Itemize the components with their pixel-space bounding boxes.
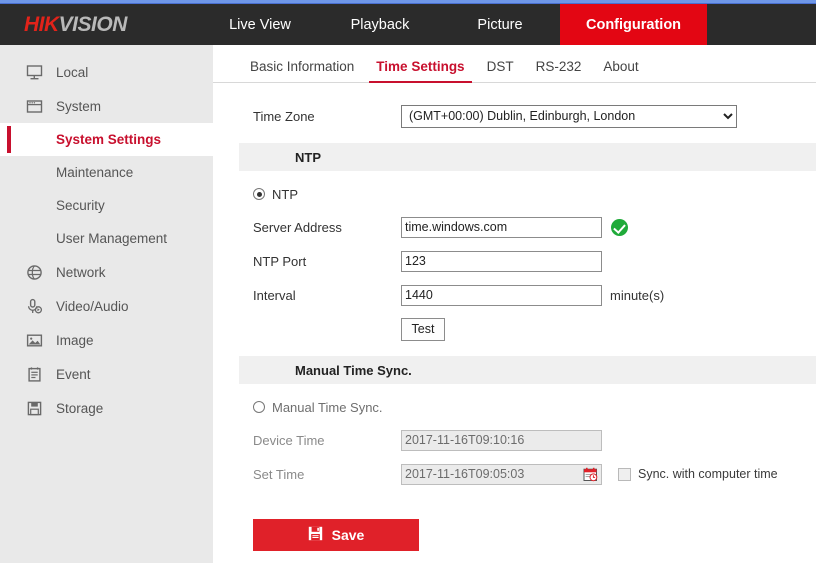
nav-item-configuration[interactable]: Configuration bbox=[560, 4, 708, 45]
app-header: HIKVISION Live View Playback Picture Con… bbox=[0, 4, 816, 45]
sidebar-item-user-management[interactable]: User Management bbox=[0, 222, 213, 255]
time-zone-row: Time Zone (GMT+00:00) Dublin, Edinburgh,… bbox=[213, 101, 816, 131]
set-time-row: Set Time Sync. with computer time bbox=[213, 459, 816, 489]
ntp-port-input[interactable] bbox=[401, 250, 602, 272]
manual-time-sync-radio-label: Manual Time Sync. bbox=[272, 399, 383, 415]
ntp-radio[interactable] bbox=[253, 188, 265, 200]
interval-label: Interval bbox=[253, 287, 296, 303]
device-time-row: Device Time bbox=[213, 425, 816, 455]
ntp-radio-label: NTP bbox=[272, 186, 298, 202]
page-body: Local System System Settings Maintenance… bbox=[0, 45, 816, 563]
server-address-input[interactable] bbox=[401, 216, 602, 238]
server-address-label: Server Address bbox=[253, 219, 342, 235]
tab-rs-232[interactable]: RS-232 bbox=[525, 59, 593, 82]
sidebar-item-security[interactable]: Security bbox=[0, 189, 213, 222]
content-area: Basic Information Time Settings DST RS-2… bbox=[213, 45, 816, 563]
nav-item-playback[interactable]: Playback bbox=[320, 4, 440, 45]
valid-check-icon bbox=[611, 218, 628, 236]
ntp-port-label: NTP Port bbox=[253, 253, 307, 269]
globe-icon bbox=[24, 262, 44, 282]
sidebar-item-label: Storage bbox=[56, 400, 104, 416]
tab-basic-information[interactable]: Basic Information bbox=[239, 59, 365, 82]
device-time-input bbox=[401, 429, 602, 451]
interval-row: Interval minute(s) bbox=[213, 280, 816, 310]
tab-bar: Basic Information Time Settings DST RS-2… bbox=[213, 45, 816, 83]
brand-logo: HIKVISION bbox=[0, 4, 200, 45]
sidebar-item-label: System Settings bbox=[56, 132, 162, 147]
picture-icon bbox=[24, 330, 44, 350]
sidebar-item-label: User Management bbox=[56, 231, 168, 246]
time-settings-panel: Time Zone (GMT+00:00) Dublin, Edinburgh,… bbox=[213, 83, 816, 551]
sidebar-item-event[interactable]: Event bbox=[0, 357, 213, 391]
manual-time-sync-radio-row[interactable]: Manual Time Sync. bbox=[213, 394, 816, 420]
sidebar-item-video-audio[interactable]: Video/Audio bbox=[0, 289, 213, 323]
tab-dst[interactable]: DST bbox=[476, 59, 525, 82]
time-zone-select[interactable]: (GMT+00:00) Dublin, Edinburgh, London bbox=[401, 104, 737, 128]
microphone-icon bbox=[24, 296, 44, 316]
window-icon bbox=[24, 96, 44, 116]
logo-vision-text: VISION bbox=[58, 12, 128, 36]
sidebar-item-label: System bbox=[56, 98, 102, 114]
sidebar-item-image[interactable]: Image bbox=[0, 323, 213, 357]
tab-time-settings[interactable]: Time Settings bbox=[365, 59, 475, 83]
sidebar: Local System System Settings Maintenance… bbox=[0, 45, 213, 563]
set-time-label: Set Time bbox=[253, 466, 305, 482]
save-button-label: Save bbox=[331, 527, 365, 543]
ntp-radio-row[interactable]: NTP bbox=[213, 181, 816, 207]
sync-with-computer-time-label: Sync. with computer time bbox=[638, 467, 778, 481]
sidebar-item-maintenance[interactable]: Maintenance bbox=[0, 156, 213, 189]
sidebar-item-label: Local bbox=[56, 64, 89, 80]
device-time-label: Device Time bbox=[253, 432, 325, 448]
sidebar-item-label: Image bbox=[56, 332, 94, 348]
interval-unit-label: minute(s) bbox=[610, 287, 665, 303]
main-nav: Live View Playback Picture Configuration bbox=[200, 4, 816, 45]
time-zone-label: Time Zone bbox=[253, 108, 315, 124]
test-row: Test bbox=[213, 314, 816, 344]
tab-about[interactable]: About bbox=[592, 59, 649, 82]
sidebar-item-label: Security bbox=[56, 198, 105, 213]
clipboard-icon bbox=[24, 364, 44, 384]
interval-input[interactable] bbox=[401, 284, 602, 306]
nav-item-picture[interactable]: Picture bbox=[440, 4, 560, 45]
set-time-input[interactable] bbox=[401, 463, 602, 485]
sidebar-item-local[interactable]: Local bbox=[0, 55, 213, 89]
sidebar-item-label: Maintenance bbox=[56, 165, 134, 180]
manual-time-sync-radio[interactable] bbox=[253, 401, 265, 413]
save-floppy-icon bbox=[308, 526, 323, 544]
sidebar-item-label: Video/Audio bbox=[56, 298, 129, 314]
ntp-section-header: NTP bbox=[239, 143, 816, 171]
floppy-disk-icon bbox=[24, 398, 44, 418]
nav-item-live-view[interactable]: Live View bbox=[200, 4, 320, 45]
save-button[interactable]: Save bbox=[253, 519, 419, 551]
server-address-row: Server Address bbox=[213, 212, 816, 242]
sidebar-item-label: Network bbox=[56, 264, 106, 280]
sidebar-item-system[interactable]: System bbox=[0, 89, 213, 123]
manual-time-sync-section-header: Manual Time Sync. bbox=[239, 356, 816, 384]
set-time-field-wrap bbox=[401, 463, 602, 485]
test-button[interactable]: Test bbox=[401, 317, 445, 341]
sidebar-item-system-settings[interactable]: System Settings bbox=[0, 123, 213, 156]
calendar-icon[interactable] bbox=[583, 467, 598, 482]
sync-with-computer-time-checkbox[interactable] bbox=[618, 467, 631, 481]
sidebar-item-label: Event bbox=[56, 366, 91, 382]
sidebar-item-storage[interactable]: Storage bbox=[0, 391, 213, 425]
sidebar-item-network[interactable]: Network bbox=[0, 255, 213, 289]
monitor-icon bbox=[24, 62, 44, 82]
ntp-port-row: NTP Port bbox=[213, 246, 816, 276]
logo-hik-text: HIK bbox=[24, 12, 59, 36]
